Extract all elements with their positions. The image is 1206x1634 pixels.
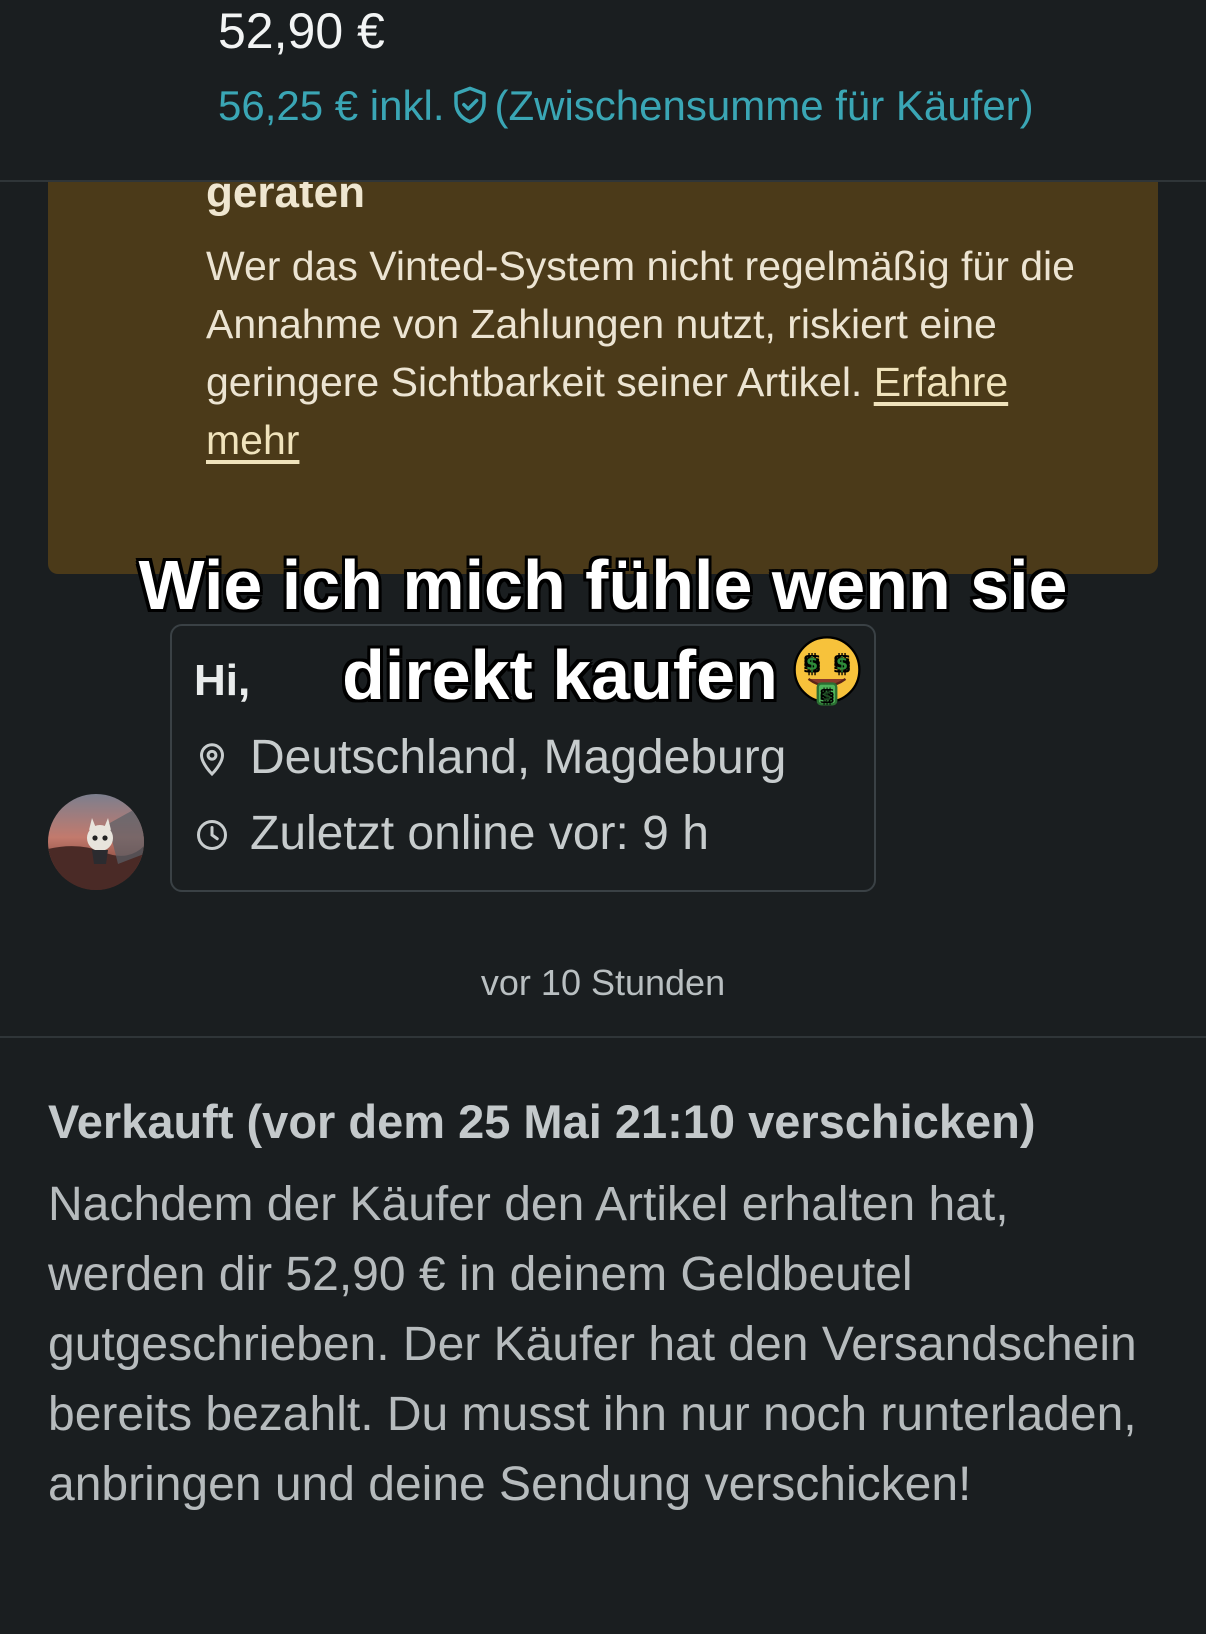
message-timestamp: vor 10 Stunden	[480, 962, 726, 1003]
shield-check-icon	[453, 86, 486, 124]
buyer-subtotal-label: (Zwischensumme für Käufer)	[494, 82, 1034, 129]
clock-icon	[197, 820, 227, 850]
location-text: Deutschland, Magdeburg	[250, 731, 787, 784]
svg-text:$: $	[806, 655, 818, 675]
location-row: Deutschland, Magdeburg	[194, 730, 786, 786]
last-online-row: Zuletzt online vor: 9 h	[194, 806, 709, 862]
buyer-subtotal[interactable]: 56,25 € inkl. (Zwischensumme für Käufer)	[218, 80, 1034, 132]
money-mouth-face-icon: $ $ $	[793, 636, 861, 706]
warning-text: Wer das Vinted-System nicht regelmäßig f…	[206, 237, 1086, 469]
avatar[interactable]	[48, 794, 144, 890]
video-caption-overlay: Wie ich mich fühle wenn sie direkt kaufe…	[0, 540, 1206, 720]
location-pin-icon	[199, 743, 225, 777]
svg-text:$: $	[836, 655, 848, 675]
last-online-text: Zuletzt online vor: 9 h	[250, 807, 709, 860]
avatar-image	[48, 794, 144, 890]
caption-line-2-text: direkt kaufen	[342, 636, 778, 714]
sold-status-text: Nachdem der Käufer den Artikel erhalten …	[48, 1178, 1137, 1511]
section-divider	[0, 1036, 1206, 1038]
sold-status-title: Verkauft (vor dem 25 Mai 21:10 verschick…	[48, 1095, 1036, 1148]
price-header: 52,90 € 56,25 € inkl. (Zwischensumme für…	[0, 0, 1206, 182]
visibility-warning-banner: geraten Wer das Vinted-System nicht rege…	[48, 160, 1158, 574]
svg-text:$: $	[822, 688, 831, 703]
item-price: 52,90 €	[218, 3, 385, 59]
buyer-subtotal-amount: 56,25 € inkl.	[218, 82, 445, 129]
caption-line-2: direkt kaufen $ $ $	[0, 630, 1206, 720]
caption-line-1: Wie ich mich fühle wenn sie	[138, 546, 1068, 624]
